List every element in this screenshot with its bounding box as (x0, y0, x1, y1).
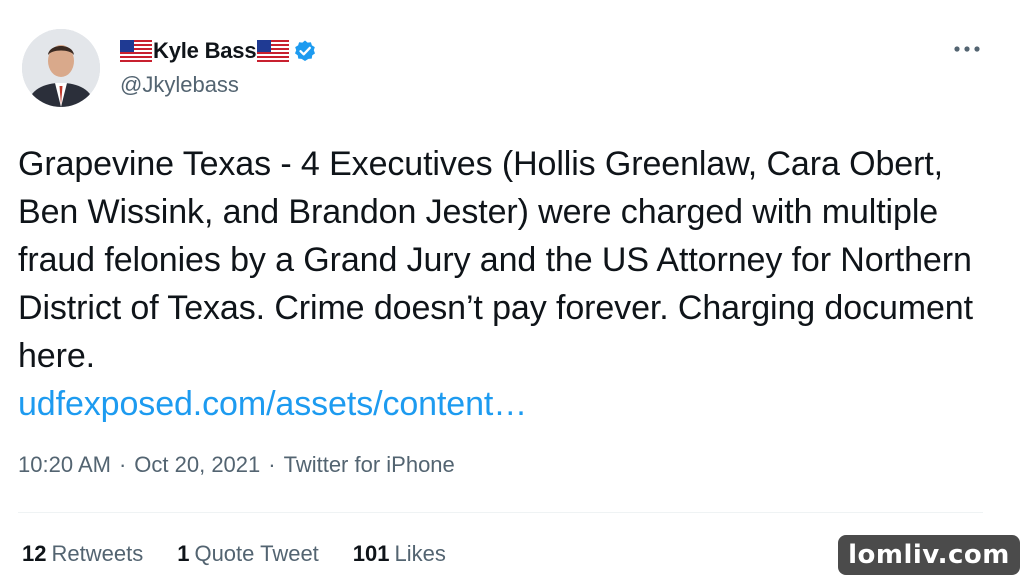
divider (18, 512, 983, 513)
tweet-body: Grapevine Texas - 4 Executives (Hollis G… (18, 140, 1008, 428)
avatar-photo (22, 29, 100, 107)
likes-count: 101 (352, 541, 390, 566)
author-name-row[interactable]: Kyle Bass (120, 36, 317, 66)
retweets-stat[interactable]: 12 Retweets (22, 541, 143, 567)
likes-stat[interactable]: 101 Likes (353, 541, 446, 567)
meta-separator: · (118, 452, 127, 477)
retweets-count: 12 (22, 541, 47, 566)
tweet-source[interactable]: Twitter for iPhone (284, 452, 455, 478)
more-options-button[interactable] (952, 34, 982, 64)
tweet-time[interactable]: 10:20 AM (18, 452, 111, 478)
author-handle[interactable]: @Jkylebass (120, 72, 239, 98)
avatar[interactable] (22, 29, 100, 107)
author-display-name[interactable]: Kyle Bass (153, 38, 257, 64)
meta-separator: · (268, 452, 276, 477)
quotes-count: 1 (177, 541, 190, 566)
more-options-icon (954, 46, 980, 52)
quotes-label: Quote Tweet (194, 541, 319, 566)
us-flag-icon (120, 40, 152, 62)
watermark: lomliv.com (838, 535, 1020, 575)
quotes-stat[interactable]: 1 Quote Tweet (177, 541, 319, 567)
likes-label: Likes (394, 541, 446, 566)
tweet-meta: 10:20 AM · Oct 20, 2021 · Twitter for iP… (18, 452, 455, 478)
tweet-date[interactable]: Oct 20, 2021 (134, 452, 260, 478)
tweet-stats: 12 Retweets 1 Quote Tweet 101 Likes (22, 541, 446, 567)
tweet-link[interactable]: udfexposed.com/assets/content… (18, 380, 1008, 428)
us-flag-icon (257, 40, 290, 62)
tweet-card: Kyle Bass @Jkylebass Grapevine Texas - 4… (0, 0, 1024, 578)
tweet-text: Grapevine Texas - 4 Executives (Hollis G… (18, 145, 973, 375)
verified-badge-icon (295, 40, 316, 61)
retweets-label: Retweets (51, 541, 144, 566)
